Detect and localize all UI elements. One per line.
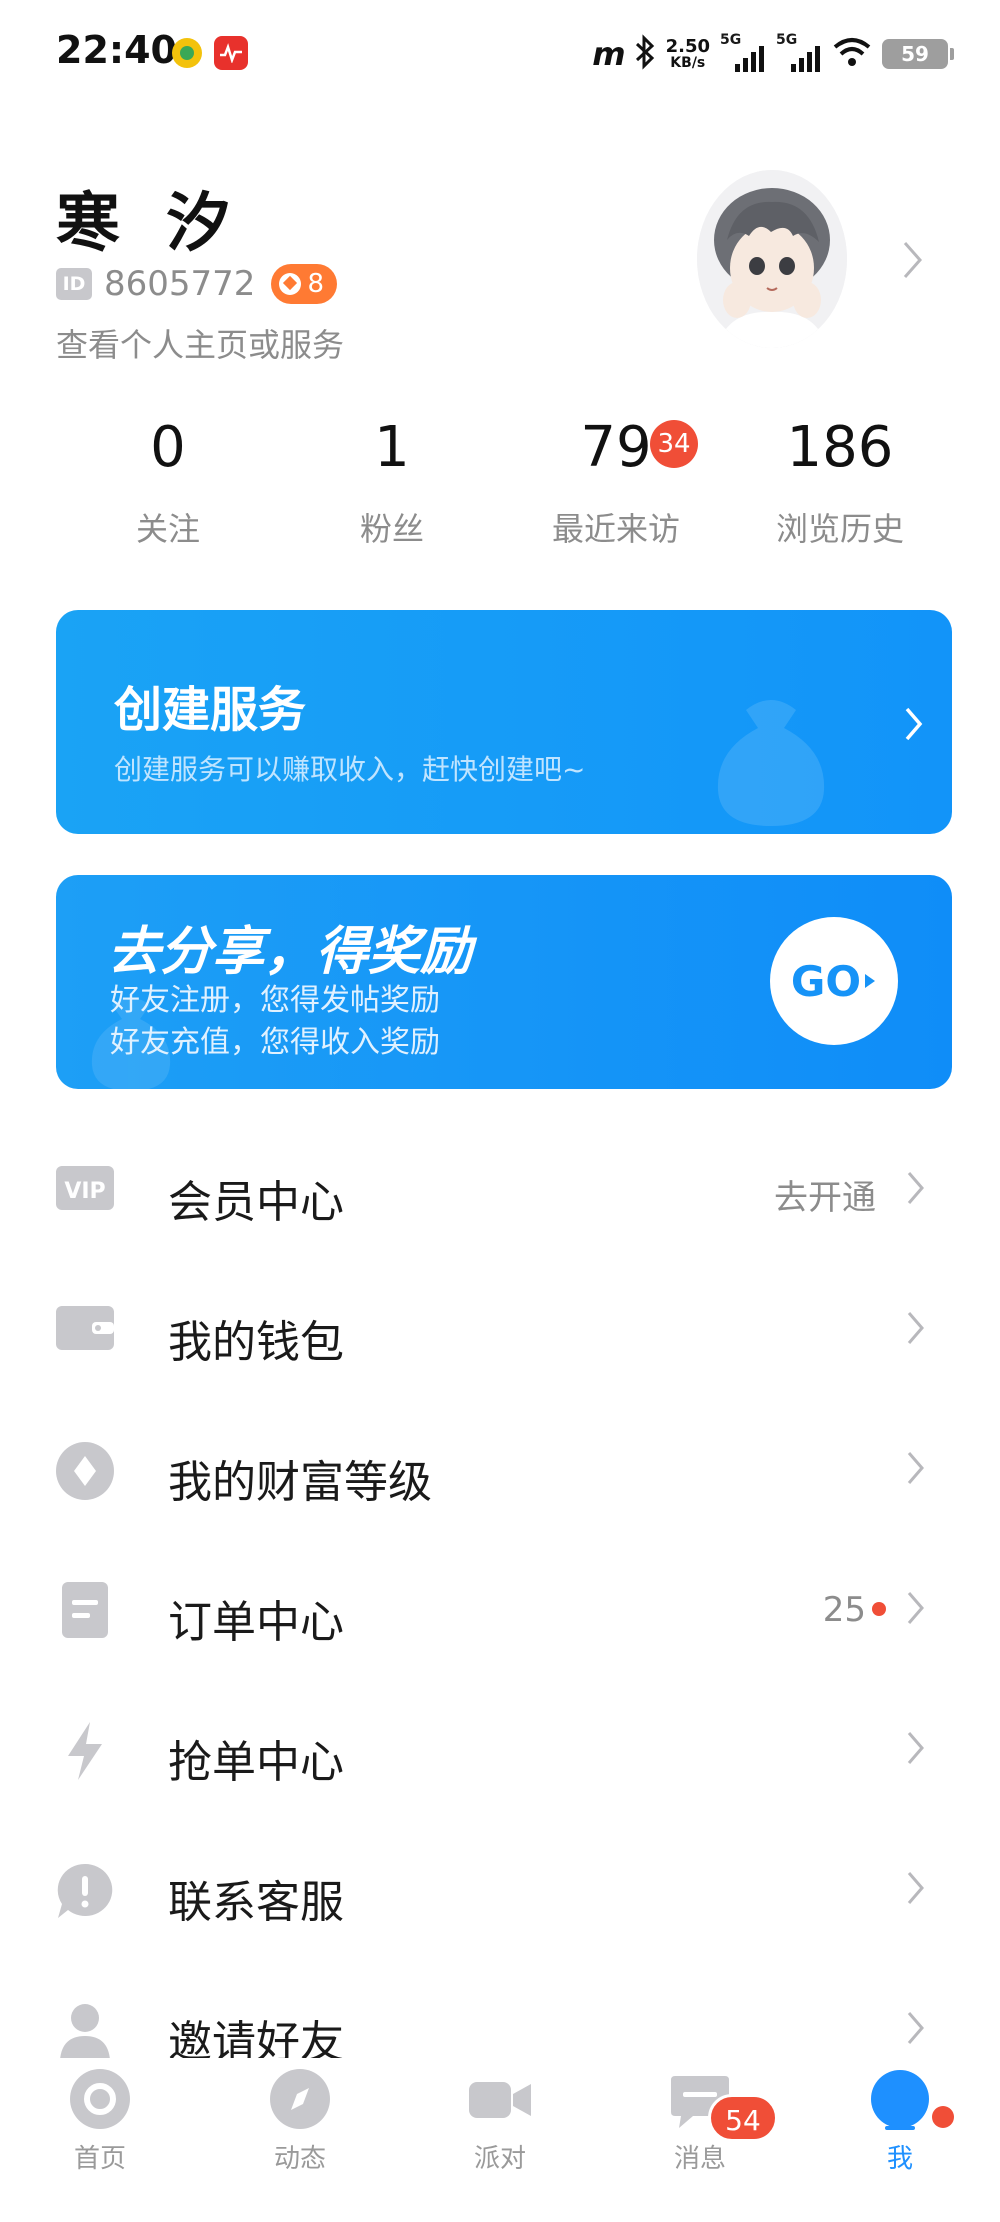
money-bag-icon	[717, 700, 825, 826]
id-icon: ID	[56, 268, 92, 300]
profile-id-row: ID 8605772 8	[56, 262, 338, 306]
visitors-count-badge: 34	[650, 420, 698, 468]
vip-icon: VIP	[56, 1162, 114, 1214]
vip-activate-text: 去开通	[774, 1178, 876, 1218]
go-button[interactable]: GO	[770, 917, 898, 1045]
signal-icon: 5G	[720, 32, 766, 76]
wealth-level-badge: 8	[271, 264, 338, 304]
video-icon	[469, 2068, 531, 2130]
profile-name[interactable]: 寒 汐	[56, 172, 242, 264]
notification-app-icon	[172, 38, 202, 68]
chevron-right-icon	[906, 1730, 926, 1770]
bottom-tab-bar: 首页 动态 派对 消息 我	[0, 2058, 1000, 2222]
stat-following[interactable]: 0 关注	[56, 420, 280, 550]
create-service-title: 创建服务	[114, 682, 307, 738]
battery-icon: 59	[882, 39, 954, 69]
create-service-description: 创建服务可以赚取收入，赶快创建吧~	[114, 753, 586, 786]
chevron-right-icon	[904, 706, 924, 746]
support-icon	[56, 1862, 114, 1918]
profile-id: 8605772	[104, 264, 256, 304]
chevron-right-icon	[906, 2010, 926, 2050]
create-service-banner[interactable]: 创建服务 创建服务可以赚取收入，赶快创建吧~	[56, 610, 952, 834]
diamond-icon	[56, 1442, 114, 1500]
chevron-right-icon	[906, 1870, 926, 1910]
status-icons: m 2.50 KB/s 5G 5G 59	[592, 30, 954, 78]
wallet-icon	[56, 1302, 114, 1354]
tab-home[interactable]: 首页	[30, 2068, 170, 2175]
chevron-right-icon	[906, 1310, 926, 1350]
chevron-right-icon	[906, 1170, 926, 1210]
share-reward-line2: 好友充值，您得收入奖励	[110, 1025, 440, 1060]
carrier-logo: m	[592, 35, 625, 73]
menu-item-vip-center[interactable]: VIP 会员中心 去开通	[56, 1118, 952, 1258]
wifi-icon	[832, 36, 872, 72]
share-reward-line1: 好友注册，您得发帖奖励	[110, 983, 440, 1018]
profile-subtitle-link[interactable]: 查看个人主页或服务	[56, 320, 344, 366]
tab-moments[interactable]: 动态	[230, 2068, 370, 2175]
status-bar: 22:40 m 2.50 KB/s 5G 5G 59	[0, 0, 1000, 110]
stat-browse-history[interactable]: 186 浏览历史	[728, 420, 952, 550]
stats-row: 0 关注 1 粉丝 79 最近来访 186 浏览历史	[56, 420, 952, 550]
stat-followers[interactable]: 1 粉丝	[280, 420, 504, 550]
avatar[interactable]	[697, 170, 847, 348]
compass-icon	[269, 2068, 331, 2130]
order-count: 25	[822, 1590, 866, 1630]
menu-item-grab-orders[interactable]: 抢单中心	[56, 1678, 952, 1818]
order-new-dot	[872, 1602, 886, 1616]
order-icon	[56, 1582, 114, 1638]
person-icon	[56, 2002, 114, 2060]
menu-item-order-center[interactable]: 订单中心 25	[56, 1538, 952, 1678]
diamond-icon	[279, 273, 302, 295]
bluetooth-icon	[634, 34, 656, 74]
profile-chevron-right-icon[interactable]	[902, 240, 924, 284]
chevron-right-icon	[906, 1590, 926, 1630]
play-icon	[865, 974, 876, 988]
tab-party[interactable]: 派对	[430, 2068, 570, 2175]
network-speed: 2.50 KB/s	[665, 36, 710, 71]
menu-item-wallet[interactable]: 我的钱包	[56, 1258, 952, 1398]
svg-text:VIP: VIP	[64, 1179, 105, 1204]
me-notification-dot	[932, 2106, 954, 2128]
status-time: 22:40	[56, 28, 177, 72]
chevron-right-icon	[906, 1450, 926, 1490]
lightning-icon	[56, 1722, 114, 1780]
share-reward-banner[interactable]: 去分享，得奖励 好友注册，您得发帖奖励 好友充值，您得收入奖励 GO	[56, 875, 952, 1089]
messages-count-badge: 54	[708, 2094, 778, 2142]
me-icon	[869, 2068, 931, 2130]
signal-icon: 5G	[776, 32, 822, 76]
menu-item-wealth-level[interactable]: 我的财富等级	[56, 1398, 952, 1538]
home-icon	[69, 2068, 131, 2130]
share-reward-title: 去分享，得奖励	[108, 922, 473, 982]
menu-item-customer-service[interactable]: 联系客服	[56, 1818, 952, 1958]
notification-app-icon	[214, 36, 248, 70]
